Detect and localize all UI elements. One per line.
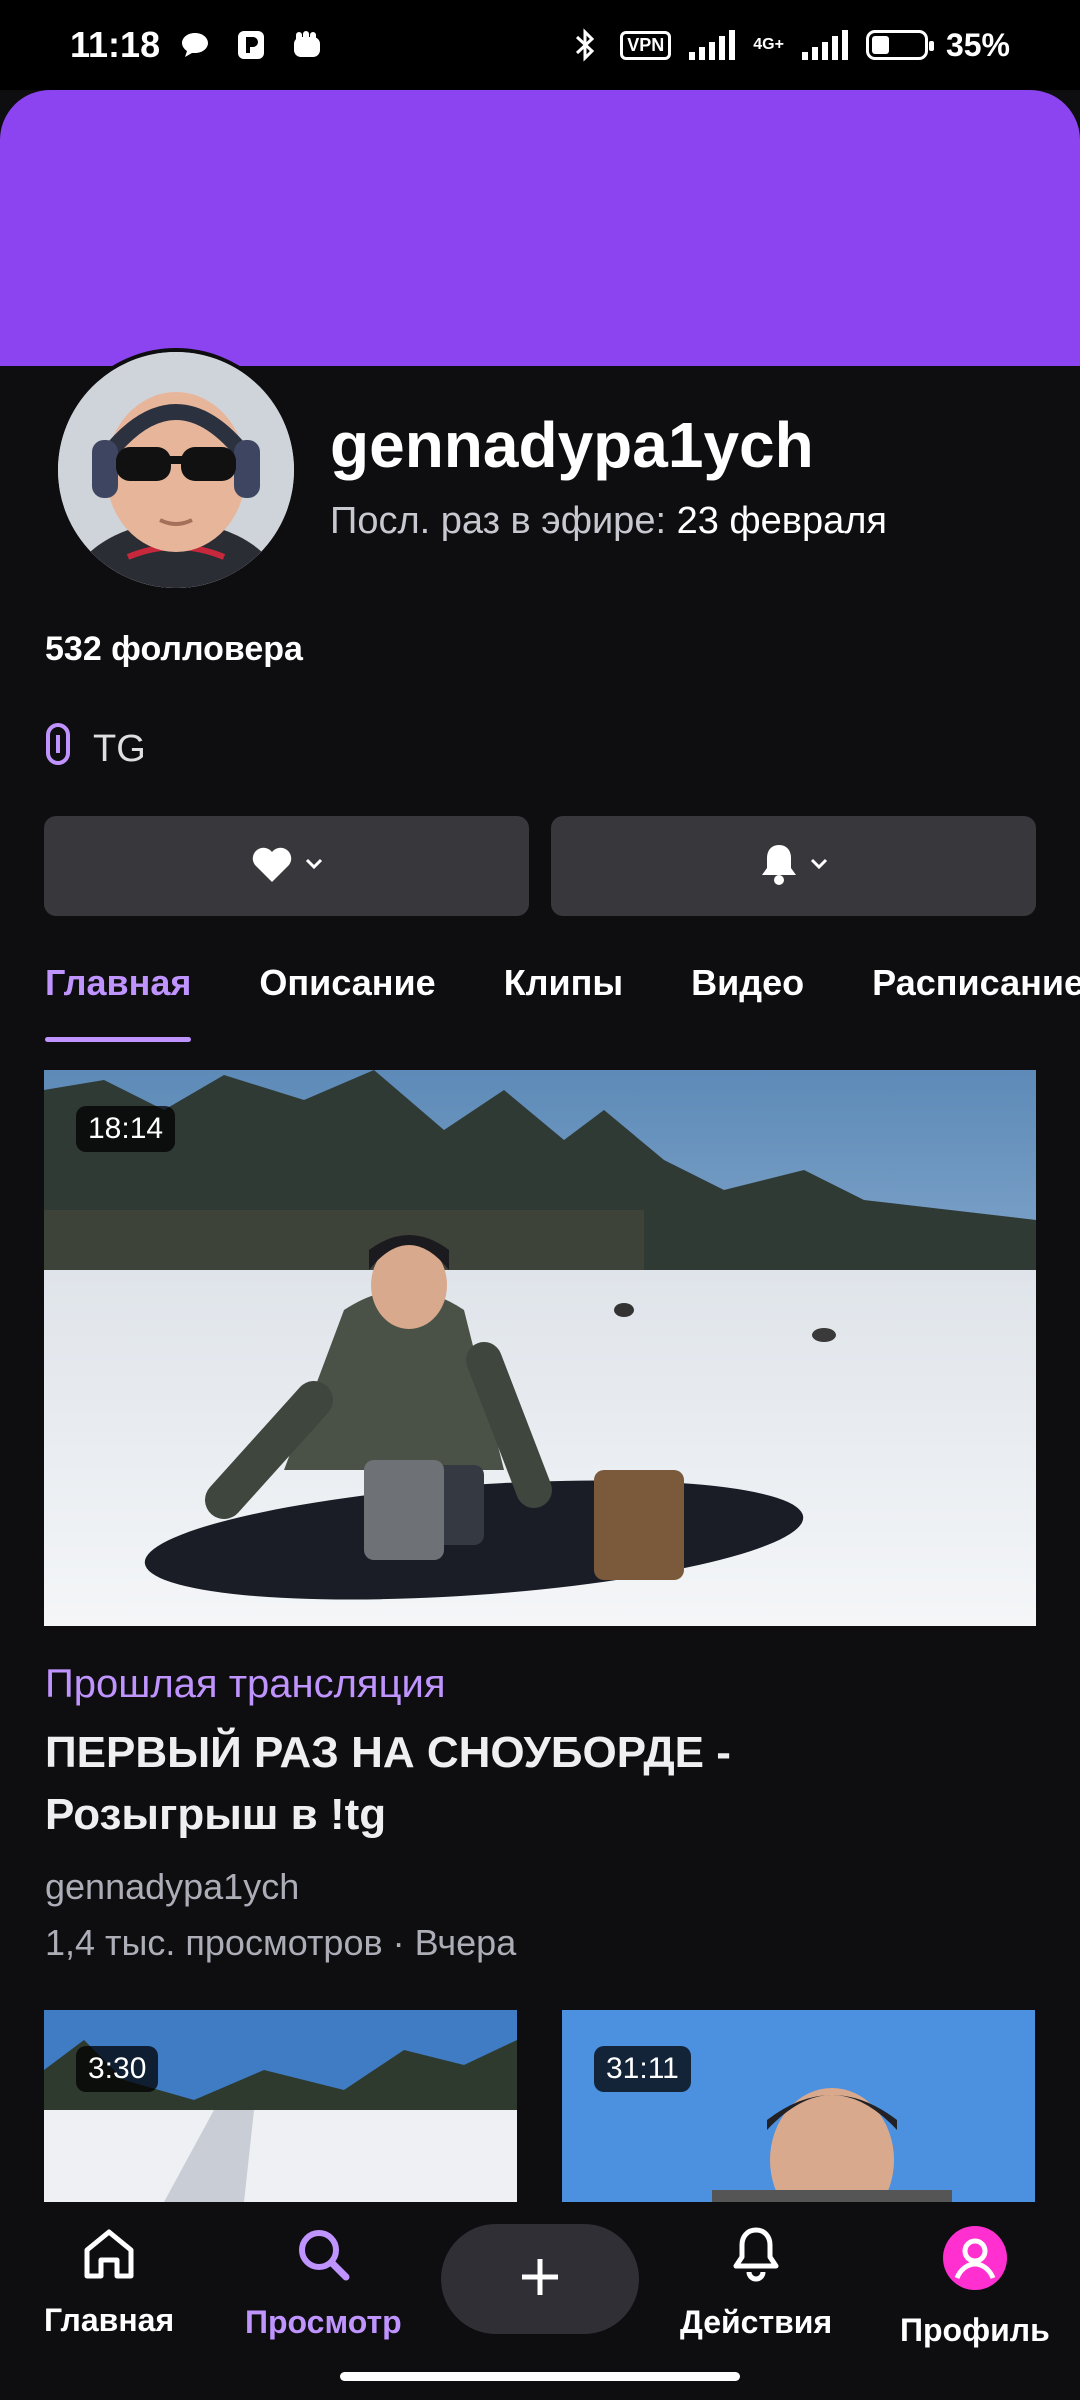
network-type: 4G+ [753,36,784,53]
nav-browse[interactable]: Просмотр [245,2226,402,2341]
video-duration: 18:14 [76,1106,176,1152]
link-label: TG [93,727,146,770]
bell-icon [759,842,799,891]
follow-button[interactable] [44,816,529,916]
video-category: Прошлая трансляция [45,1662,446,1706]
status-bar: 11:18 VPN 4G+ 35% [0,0,1080,90]
vpn-badge: VPN [620,30,672,60]
video-thumbnail-2[interactable]: 31:11 [562,2010,1035,2202]
fist-notification-icon [290,28,324,62]
status-time: 11:18 [70,24,161,65]
video-duration: 31:11 [594,2046,691,2092]
social-link-tg[interactable]: TG [45,722,146,776]
tab-schedule[interactable]: Расписание [872,962,1080,1042]
bottom-navigation: Главная Просмотр Действия Профиль [0,2202,1080,2400]
nav-browse-label: Просмотр [245,2304,402,2340]
chat-notification-icon [178,28,212,62]
nav-profile[interactable]: Профиль [900,2226,1050,2349]
channel-banner [0,90,1080,366]
notifications-button[interactable] [551,816,1036,916]
heart-icon [250,844,294,889]
video-duration: 3:30 [76,2046,159,2092]
bluetooth-icon [568,28,602,62]
featured-video-thumbnail[interactable]: 18:14 [44,1070,1036,1626]
home-indicator[interactable] [340,2372,740,2381]
tab-home[interactable]: Главная [45,962,192,1042]
search-icon [295,2226,351,2290]
battery-percent: 35% [945,26,1010,63]
bell-icon [731,2226,781,2290]
last-live-info: Посл. раз в эфире: 23 февраля [330,500,887,543]
tab-about[interactable]: Описание [259,962,435,1042]
last-live-label: Посл. раз в эфире: [330,500,667,542]
channel-tabs: Главная Описание Клипы Видео Расписание [45,962,1080,1042]
nav-home-label: Главная [44,2302,175,2338]
avatar[interactable] [54,348,298,592]
link-icon [45,722,71,776]
tab-clips[interactable]: Клипы [504,962,623,1042]
video-title[interactable]: ПЕРВЫЙ РАЗ НА СНОУБОРДЕ - Розыгрыш в !tg [45,1722,945,1846]
tab-videos[interactable]: Видео [691,962,804,1042]
channel-username: gennadypa1ych [330,409,814,481]
video-thumbnail-1[interactable]: 3:30 [44,2010,517,2202]
nav-activity[interactable]: Действия [680,2226,832,2341]
last-live-date: 23 февраля [676,500,888,542]
video-channel[interactable]: gennadypa1ych [45,1866,299,1908]
video-meta: 1,4 тыс. просмотров · Вчера [45,1922,517,1963]
signal-icon [689,30,736,60]
nav-home[interactable]: Главная [44,2226,174,2339]
profile-avatar-icon [942,2226,1007,2298]
nav-activity-label: Действия [680,2304,833,2340]
chevron-down-icon [809,857,829,876]
create-button[interactable] [441,2224,639,2334]
chevron-down-icon [304,857,324,876]
nav-profile-label: Профиль [900,2312,1050,2348]
battery-icon [865,30,934,60]
home-icon [81,2226,137,2288]
plus-icon [518,2255,562,2304]
signal-icon-2 [801,30,848,60]
followers-count: 532 фолловера [45,630,303,668]
p-notification-icon [234,28,268,62]
